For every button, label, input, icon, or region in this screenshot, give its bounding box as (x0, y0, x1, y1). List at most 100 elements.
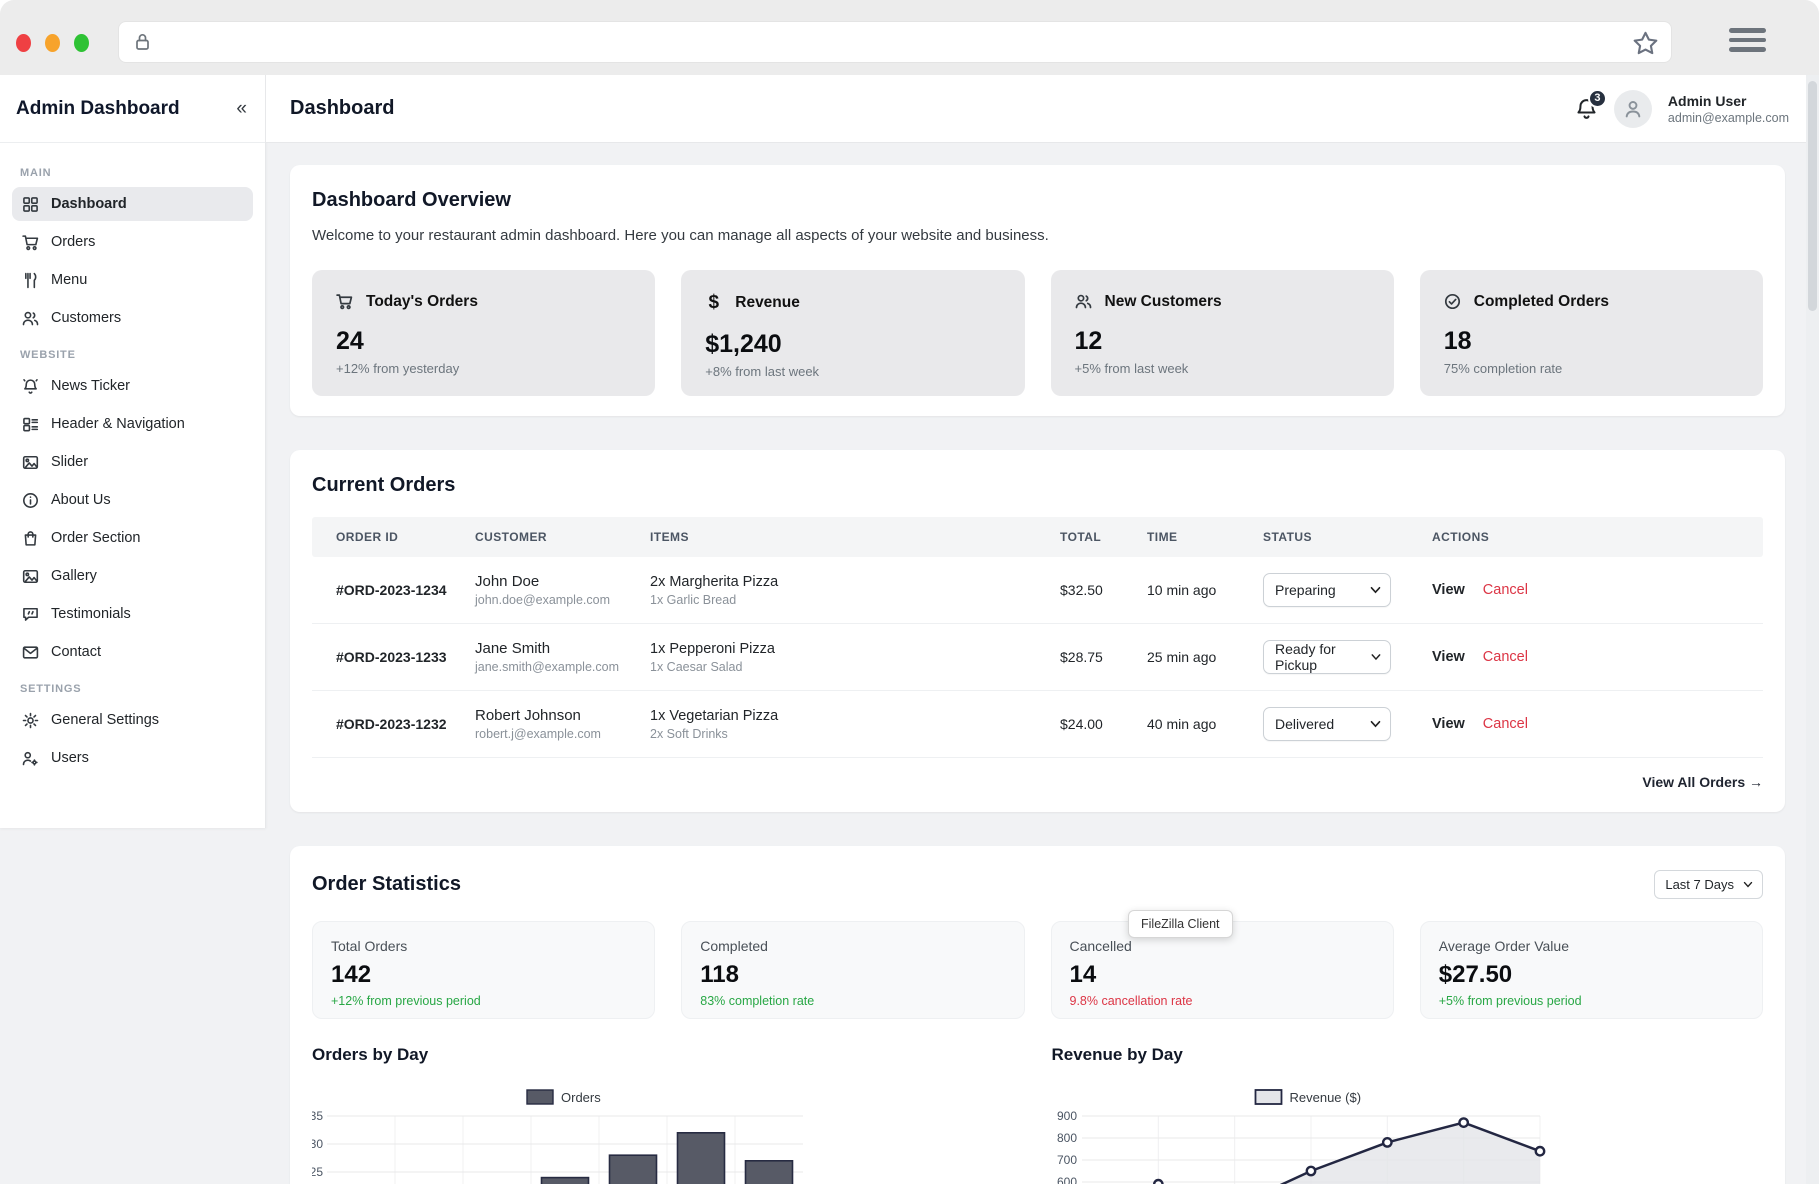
order-id: #ORD-2023-1234 (312, 582, 451, 598)
notification-badge: 3 (1588, 89, 1607, 108)
avatar[interactable] (1614, 90, 1652, 128)
cancel-button[interactable]: Cancel (1483, 716, 1528, 732)
stat-label: Completed Orders (1474, 293, 1609, 311)
nav-section-main: MAIN (20, 167, 245, 179)
stat-label: Average Order Value (1439, 938, 1744, 954)
order-items: 1x Vegetarian Pizza (650, 708, 1036, 724)
welcome-text: Welcome to your restaurant admin dashboa… (312, 227, 1763, 244)
scrollbar-thumb[interactable] (1808, 81, 1817, 311)
view-button[interactable]: View (1432, 582, 1465, 598)
current-orders-title: Current Orders (312, 474, 1763, 497)
svg-text:800: 800 (1056, 1131, 1076, 1145)
grid-icon (22, 196, 39, 213)
status-select[interactable]: Ready for Pickup (1263, 640, 1391, 674)
app-frame: Admin Dashboard « MAIN Dashboard Orders … (0, 75, 1819, 1184)
order-time: 40 min ago (1123, 716, 1239, 732)
sidebar-item-order-section[interactable]: Order Section (12, 521, 253, 555)
user-name: Admin User (1668, 93, 1789, 109)
svg-text:600: 600 (1056, 1175, 1076, 1184)
traffic-light-close[interactable] (16, 34, 31, 52)
stat-label: Today's Orders (366, 293, 478, 311)
view-button[interactable]: View (1432, 716, 1465, 732)
column-header-status: STATUS (1239, 530, 1408, 544)
image-icon (22, 568, 39, 585)
table-header-row: ORDER ID CUSTOMER ITEMS TOTAL TIME STATU… (312, 517, 1763, 557)
column-header-total: TOTAL (1036, 530, 1123, 544)
sidebar-item-contact[interactable]: Contact (12, 635, 253, 669)
chevron-down-icon (1743, 881, 1753, 888)
hamburger-icon[interactable] (1729, 28, 1766, 52)
customer-email: robert.j@example.com (475, 727, 626, 741)
stat-sub: 9.8% cancellation rate (1070, 994, 1375, 1008)
order-total: $28.75 (1036, 649, 1123, 665)
sidebar-item-general-settings[interactable]: General Settings (12, 703, 253, 737)
sidebar-item-header-navigation[interactable]: Header & Navigation (12, 407, 253, 441)
charts-row: Orders by Day 353025Orders Revenue by Da… (312, 1045, 1763, 1184)
view-button[interactable]: View (1432, 649, 1465, 665)
column-header-items: ITEMS (626, 530, 1036, 544)
customer-name: Robert Johnson (475, 707, 626, 724)
sidebar-item-label: Gallery (51, 568, 97, 584)
sidebar-item-testimonials[interactable]: Testimonials (12, 597, 253, 631)
cancel-button[interactable]: Cancel (1483, 582, 1528, 598)
svg-text:30: 30 (312, 1137, 323, 1151)
gear-icon (22, 712, 39, 729)
sidebar-item-label: Dashboard (51, 196, 127, 212)
sidebar-item-label: Order Section (51, 530, 140, 546)
star-icon[interactable] (1632, 30, 1659, 57)
table-row: #ORD-2023-1233 Jane Smith jane.smith@exa… (312, 624, 1763, 691)
order-items-sub: 2x Soft Drinks (650, 727, 1036, 741)
svg-text:Revenue ($): Revenue ($) (1289, 1090, 1361, 1105)
period-select[interactable]: Last 7 Days (1654, 870, 1763, 899)
column-header-order-id: ORDER ID (312, 530, 451, 544)
dashboard-overview-card: Dashboard Overview Welcome to your resta… (290, 165, 1785, 416)
sidebar-item-dashboard[interactable]: Dashboard (12, 187, 253, 221)
utensils-icon (22, 272, 39, 289)
sidebar-item-orders[interactable]: Orders (12, 225, 253, 259)
header-actions: 3 Admin User admin@example.com (1575, 90, 1789, 128)
image-icon (22, 454, 39, 471)
stat-label: Revenue (735, 294, 800, 312)
stat-value: 14 (1070, 961, 1375, 989)
svg-text:25: 25 (312, 1165, 323, 1179)
view-all-orders-link[interactable]: View All Orders → (1642, 774, 1763, 790)
stat-sub: +12% from previous period (331, 994, 636, 1008)
stat-card-total-orders: Total Orders 142 +12% from previous peri… (312, 921, 655, 1019)
page-title: Dashboard (290, 97, 394, 120)
overview-stats: Today's Orders 24 +12% from yesterday $ … (312, 270, 1763, 396)
svg-text:700: 700 (1056, 1153, 1076, 1167)
lock-icon (133, 31, 152, 53)
stat-label: Completed (700, 938, 1005, 954)
sidebar-item-news-ticker[interactable]: News Ticker (12, 369, 253, 403)
cancel-button[interactable]: Cancel (1483, 649, 1528, 665)
order-items-sub: 1x Caesar Salad (650, 660, 1036, 674)
sidebar-item-customers[interactable]: Customers (12, 301, 253, 335)
sidebar-item-label: Orders (51, 234, 95, 250)
traffic-light-minimize[interactable] (45, 34, 60, 52)
dollar-icon: $ (705, 292, 722, 314)
stat-sub: +5% from previous period (1439, 994, 1744, 1008)
address-bar[interactable] (118, 21, 1672, 63)
sidebar-item-users[interactable]: Users (12, 741, 253, 775)
stat-sub: +8% from last week (705, 364, 1000, 379)
sidebar-item-label: Contact (51, 644, 101, 660)
stat-card-average-order-value: Average Order Value $27.50 +5% from prev… (1420, 921, 1763, 1019)
collapse-sidebar-button[interactable]: « (236, 98, 247, 120)
sidebar-item-menu[interactable]: Menu (12, 263, 253, 297)
traffic-light-zoom[interactable] (74, 34, 89, 52)
main-header: Dashboard 3 Admin User admin@example.com (266, 75, 1819, 143)
order-statistics-card: Order Statistics Last 7 Days Total Order… (290, 846, 1785, 1184)
svg-text:Orders: Orders (561, 1090, 601, 1105)
status-select[interactable]: Preparing (1263, 573, 1391, 607)
stat-sub: +5% from last week (1075, 361, 1370, 376)
sidebar-item-gallery[interactable]: Gallery (12, 559, 253, 593)
nav-section-settings: SETTINGS (20, 683, 245, 695)
sidebar-item-about-us[interactable]: About Us (12, 483, 253, 517)
notifications-bell-icon[interactable]: 3 (1575, 97, 1598, 121)
sidebar-item-slider[interactable]: Slider (12, 445, 253, 479)
scrollbar[interactable] (1806, 75, 1819, 1184)
sidebar-item-label: Users (51, 750, 89, 766)
stat-label: Cancelled (1070, 938, 1375, 954)
status-select[interactable]: Delivered (1263, 707, 1391, 741)
statistics-cards: Total Orders 142 +12% from previous peri… (312, 921, 1763, 1019)
